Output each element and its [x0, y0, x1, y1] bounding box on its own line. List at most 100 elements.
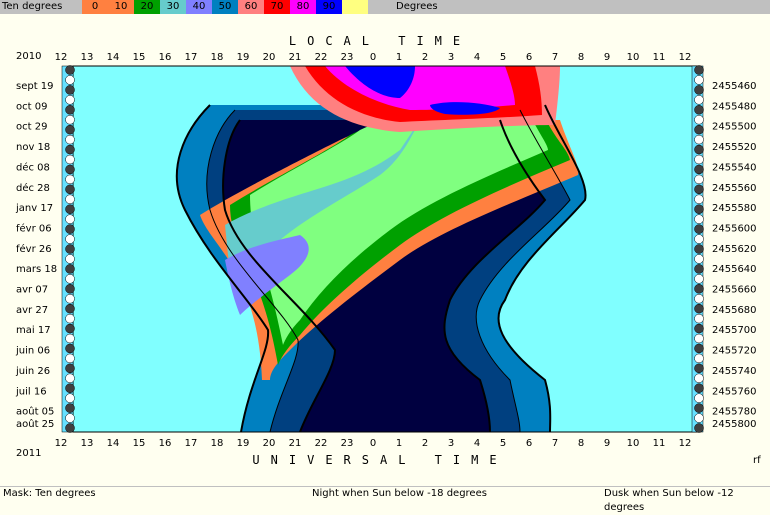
julian-day-label: 2455560 — [712, 183, 757, 194]
moon-phase-dot — [694, 333, 704, 344]
hour-tick-top: 12 — [679, 52, 692, 63]
star-visibility-chart: 2010 2011 rf LOCAL TIME UNIVERSAL TIME s… — [15, 34, 761, 467]
hour-tick-top: 12 — [55, 52, 68, 63]
hour-tick-top: 6 — [526, 52, 532, 63]
moon-phase-dot — [65, 423, 75, 433]
dusk-status: Dusk when Sun below -12 degrees — [604, 488, 734, 513]
moon-phase-dot — [694, 244, 704, 254]
hour-tick-bottom: 0 — [370, 438, 376, 449]
date-label: juil 16 — [15, 386, 47, 397]
year-top-label: 2010 — [16, 51, 41, 62]
julian-day-label: 2455520 — [712, 142, 757, 153]
moon-phase-dot — [694, 413, 704, 423]
moon-phase-dot — [694, 85, 704, 95]
hour-tick-bottom: 8 — [578, 438, 584, 449]
hour-tick-bottom: 21 — [289, 438, 302, 449]
moon-phase-dot — [694, 393, 704, 403]
moon-phase-dot — [65, 284, 75, 294]
date-label: févr 26 — [16, 243, 52, 255]
date-label: mars 18 — [16, 264, 57, 275]
corner-label: rf — [753, 455, 761, 466]
hour-tick-bottom: 13 — [81, 438, 94, 449]
hour-tick-bottom: 4 — [474, 438, 480, 449]
hour-tick-top: 5 — [500, 52, 506, 63]
julian-day-label: 2455480 — [712, 101, 757, 112]
moon-phase-dot — [694, 373, 704, 384]
hour-tick-top: 16 — [159, 52, 172, 63]
moon-phase-dot — [694, 254, 704, 264]
hour-tick-bottom: 12 — [679, 438, 692, 449]
date-label: janv 17 — [15, 203, 53, 214]
julian-day-label: 2455740 — [712, 366, 757, 377]
moon-phase-dot — [65, 333, 75, 344]
date-label: nov 18 — [16, 142, 50, 153]
moon-phase-dot — [65, 323, 75, 334]
moon-phase-dot — [65, 244, 75, 254]
julian-day-label: 2455600 — [712, 223, 757, 234]
moon-phase-dot — [65, 293, 75, 304]
moon-phase-dot — [694, 264, 704, 274]
hour-tick-bottom: 16 — [159, 438, 172, 449]
universal-time-title: UNIVERSAL TIME — [252, 453, 507, 467]
moon-phase-dot — [694, 274, 704, 284]
moon-phase-dot — [694, 403, 704, 413]
hour-tick-bottom: 9 — [604, 438, 610, 449]
hour-tick-top: 21 — [289, 52, 302, 63]
moon-phase-dot — [65, 194, 75, 205]
hour-tick-top: 7 — [552, 52, 558, 63]
hour-tick-top: 1 — [396, 52, 402, 63]
moon-phase-dot — [65, 413, 75, 423]
hour-tick-bottom: 12 — [55, 438, 68, 449]
moon-phase-dot — [694, 293, 704, 304]
moon-phase-dot — [694, 224, 704, 234]
moon-phase-dot — [694, 134, 704, 145]
hour-tick-bottom: 6 — [526, 438, 532, 449]
moon-phase-dot — [694, 313, 704, 324]
moon-phase-dot — [694, 214, 704, 224]
moon-phase-dot — [65, 75, 75, 85]
moon-phase-dot — [694, 303, 704, 314]
moon-phase-dot — [65, 134, 75, 145]
moon-phase-dot — [65, 105, 75, 115]
moon-phase-dot — [694, 154, 704, 165]
julian-day-label: 2455580 — [712, 203, 757, 214]
hour-tick-top: 10 — [627, 52, 640, 63]
moon-phase-dot — [65, 274, 75, 284]
hour-tick-top: 23 — [341, 52, 354, 63]
moon-phase-dot — [65, 224, 75, 234]
moon-phase-dot — [65, 313, 75, 324]
hour-tick-bottom: 5 — [500, 438, 506, 449]
moon-phase-dot — [694, 383, 704, 393]
julian-day-label: 2455780 — [712, 407, 757, 418]
hour-tick-bottom: 1 — [396, 438, 402, 449]
date-label: déc 08 — [16, 161, 50, 173]
moon-phase-dot — [65, 184, 75, 195]
moon-phase-dot — [65, 174, 75, 185]
moon-phase-dot — [65, 264, 75, 274]
julian-day-label: 2455680 — [712, 305, 757, 316]
date-label: oct 29 — [16, 122, 47, 133]
hour-tick-bottom: 19 — [237, 438, 250, 449]
hour-tick-bottom: 20 — [263, 438, 276, 449]
year-bottom-label: 2011 — [16, 448, 41, 459]
hour-tick-top: 3 — [448, 52, 454, 63]
julian-day-label: 2455460 — [712, 81, 757, 92]
hour-tick-bottom: 7 — [552, 438, 558, 449]
local-time-title: LOCAL TIME — [289, 34, 471, 48]
date-label: sept 19 — [16, 81, 54, 92]
hour-tick-top: 0 — [370, 52, 376, 63]
julian-day-label: 2455720 — [712, 346, 757, 357]
moon-phase-dot — [65, 204, 75, 214]
julian-day-label: 2455640 — [712, 264, 757, 275]
date-label: août 05 — [16, 406, 54, 418]
hour-tick-top: 14 — [107, 52, 120, 63]
moon-phase-dot — [65, 114, 75, 125]
hour-tick-bottom: 22 — [315, 438, 328, 449]
moon-phase-dot — [694, 204, 704, 214]
hour-tick-bottom: 11 — [653, 438, 666, 449]
moon-phase-dot — [694, 353, 704, 364]
moon-phase-dot — [65, 403, 75, 413]
moon-phase-dot — [694, 124, 704, 135]
moon-phase-dot — [694, 343, 704, 354]
date-label: mai 17 — [16, 325, 51, 336]
